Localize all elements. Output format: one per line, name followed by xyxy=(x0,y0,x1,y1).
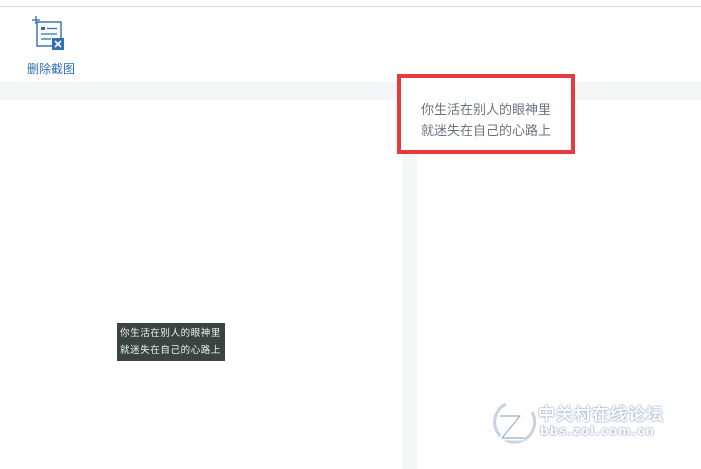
pane-divider[interactable] xyxy=(402,100,417,469)
recognized-text-box[interactable]: 你生活在别人的眼神里 就迷失在自己的心路上 xyxy=(397,74,575,154)
delete-screenshot-button[interactable]: 删除截图 xyxy=(20,14,82,78)
watermark-title: 中关村在线论坛 xyxy=(538,405,664,425)
watermark: 中关村在线论坛 bbs.zol.com.cn xyxy=(492,398,697,448)
zol-logo-icon xyxy=(492,398,538,446)
captured-text-line-2: 就迷失在自己的心路上 xyxy=(120,345,222,356)
recognized-text-line-2: 就迷失在自己的心路上 xyxy=(421,124,552,139)
toolbar-top-border xyxy=(0,6,701,7)
panel-header-band xyxy=(0,82,701,100)
recognized-text-line-1: 你生活在别人的眼神里 xyxy=(421,103,552,118)
captured-text-line-1: 你生活在别人的眼神里 xyxy=(120,328,222,339)
delete-screenshot-icon xyxy=(32,16,66,52)
screenshot-pane xyxy=(0,100,402,469)
watermark-url: bbs.zol.com.cn xyxy=(540,424,655,438)
captured-image: 你生活在别人的眼神里 就迷失在自己的心路上 xyxy=(117,323,225,361)
delete-screenshot-label: 删除截图 xyxy=(26,62,75,76)
